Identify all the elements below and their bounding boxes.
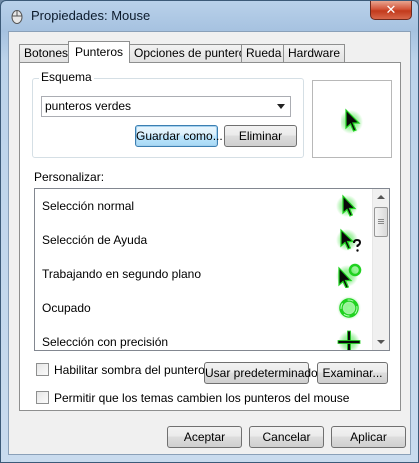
browse-button[interactable]: Examinar... xyxy=(317,362,388,384)
use-default-button[interactable]: Usar predeterminado xyxy=(204,362,318,384)
list-item[interactable]: Selección de Ayuda xyxy=(35,223,373,257)
cursor-list[interactable]: Selección normal Selección de Ayuda Trab… xyxy=(34,188,390,351)
title-bar[interactable]: Propiedades: Mouse ✕ xyxy=(1,1,418,31)
pointers-tab-panel: Esquema punteros verdes Guardar como... … xyxy=(19,62,401,411)
scheme-group: Esquema punteros verdes Guardar como... … xyxy=(32,70,304,158)
scroll-up-icon[interactable] xyxy=(377,195,385,199)
scheme-dropdown-value: punteros verdes xyxy=(45,99,132,113)
scroll-thumb[interactable] xyxy=(374,207,388,237)
list-item-label: Selección con precisión xyxy=(42,335,169,349)
list-item[interactable]: Ocupado xyxy=(35,291,373,325)
grip-line xyxy=(378,221,384,222)
list-scrollbar[interactable] xyxy=(372,189,389,350)
green-working-cursor-icon xyxy=(336,263,362,288)
green-busy-cursor-icon xyxy=(337,296,361,320)
mouse-icon xyxy=(11,10,23,24)
green-arrow-cursor-icon xyxy=(336,194,358,217)
scheme-legend: Esquema xyxy=(39,70,94,84)
dialog-body: Botones Punteros Opciones de puntero Rue… xyxy=(8,31,411,455)
close-icon: ✕ xyxy=(385,2,397,17)
tab-opciones-de-puntero[interactable]: Opciones de puntero xyxy=(129,44,251,62)
list-item-label: Ocupado xyxy=(42,301,91,315)
tab-botones[interactable]: Botones xyxy=(19,44,74,62)
grip-line xyxy=(378,219,384,220)
apply-button[interactable]: Aplicar xyxy=(331,426,406,448)
list-item[interactable]: Trabajando en segundo plano xyxy=(35,257,373,291)
window-title: Propiedades: Mouse xyxy=(31,8,151,23)
customize-label: Personalizar: xyxy=(34,170,105,184)
list-item[interactable]: Selección normal xyxy=(35,189,373,223)
enable-shadow-checkbox[interactable] xyxy=(36,363,49,376)
close-button[interactable]: ✕ xyxy=(370,1,412,20)
allow-themes-checkbox[interactable] xyxy=(36,391,49,404)
green-crosshair-cursor-icon xyxy=(337,330,361,350)
list-item-label: Selección normal xyxy=(42,199,135,213)
list-item[interactable]: Selección con precisión xyxy=(35,325,373,350)
tab-punteros[interactable]: Punteros xyxy=(68,41,131,63)
save-as-button[interactable]: Guardar como... xyxy=(135,125,223,147)
list-item-label: Trabajando en segundo plano xyxy=(42,267,202,281)
scroll-down-icon[interactable] xyxy=(377,340,385,344)
grip-line xyxy=(378,223,384,224)
enable-shadow-label[interactable]: Habilitar sombra del puntero xyxy=(54,363,205,377)
green-help-cursor-icon xyxy=(336,228,362,252)
preview-arrow-cursor-icon xyxy=(341,108,363,134)
list-item-label: Selección de Ayuda xyxy=(42,233,148,247)
cancel-button[interactable]: Cancelar xyxy=(249,426,324,448)
ok-button[interactable]: Aceptar xyxy=(167,426,242,448)
scheme-dropdown[interactable]: punteros verdes xyxy=(41,96,291,117)
cursor-preview xyxy=(312,80,392,158)
allow-themes-label[interactable]: Permitir que los temas cambien los punte… xyxy=(54,391,349,405)
delete-button[interactable]: Eliminar xyxy=(224,125,297,147)
tab-hardware[interactable]: Hardware xyxy=(283,44,346,62)
mouse-properties-window: Propiedades: Mouse ✕ Botones Punteros Op… xyxy=(0,0,419,463)
tab-rueda[interactable]: Rueda xyxy=(241,44,287,62)
chevron-down-icon[interactable] xyxy=(277,104,285,109)
